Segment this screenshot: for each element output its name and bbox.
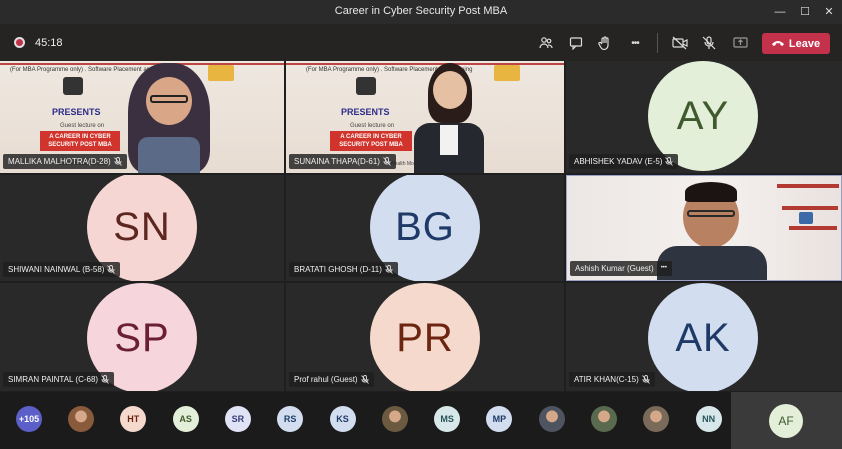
slide-presents: PRESENTS xyxy=(52,107,101,117)
participant-name: ABHISHEK YADAV (E-5) xyxy=(574,157,663,166)
participant-avatar[interactable]: KS xyxy=(329,406,356,432)
camera-off-icon xyxy=(672,36,688,50)
video-tile-shiwani[interactable]: SN SHIWANI NAINWAL (B-58) xyxy=(0,175,284,281)
mic-toggle-button[interactable] xyxy=(698,32,720,54)
video-tile-prof-rahul[interactable]: PR Prof rahul (Guest) xyxy=(286,283,564,391)
more-options-icon[interactable]: ••• xyxy=(661,261,667,276)
participant-name-tag: SUNAINA THAPA(D-61) xyxy=(289,154,396,169)
phone-hangup-icon xyxy=(771,40,784,46)
share-button[interactable] xyxy=(729,32,751,54)
raise-hand-button[interactable] xyxy=(594,32,616,54)
avatar: AK xyxy=(648,283,758,391)
event-logo-icon xyxy=(208,65,234,81)
participant-avatar[interactable]: NN xyxy=(695,406,722,432)
more-actions-button[interactable]: ••• xyxy=(624,32,646,54)
mic-muted-icon xyxy=(107,265,116,274)
participant-name-tag: MALLIKA MALHOTRA(D-28) xyxy=(3,154,127,169)
participant-name-tag: SHIWANI NAINWAL (B-58) xyxy=(3,262,121,277)
video-tile-mallika[interactable]: (For MBA Programme only) . Software Plac… xyxy=(0,61,284,173)
mic-off-icon xyxy=(702,36,716,50)
participant-photo-avatar[interactable] xyxy=(591,406,617,432)
avatar-initials: PR xyxy=(396,315,454,360)
video-tile-simran[interactable]: SP SIMRAN PAINTAL (C-68) xyxy=(0,283,284,391)
participant-name: ATIR KHAN(C-15) xyxy=(574,375,639,384)
people-icon xyxy=(539,37,553,49)
participant-avatar[interactable]: HT xyxy=(120,406,147,432)
participant-name: BRATATI GHOSH (D-11) xyxy=(294,265,382,274)
participant-avatar[interactable]: SR xyxy=(224,406,251,432)
camera-toggle-button[interactable] xyxy=(669,32,691,54)
participant-name-tag: ATIR KHAN(C-15) xyxy=(569,372,655,387)
participant-photo-avatar[interactable] xyxy=(68,406,94,432)
participant-name: MALLIKA MALHOTRA(D-28) xyxy=(8,157,111,166)
participant-photo-avatar[interactable] xyxy=(643,406,670,432)
title-bar: Career in Cyber Security Post MBA — ☐ ✕ xyxy=(0,0,842,24)
video-tile-abhishek[interactable]: AY ABHISHEK YADAV (E-5) xyxy=(566,61,842,173)
participant-photo-avatar[interactable] xyxy=(538,406,565,432)
minimize-button[interactable]: — xyxy=(770,4,790,20)
avatar-initials: AK xyxy=(675,315,731,360)
avatar: PR xyxy=(370,283,480,391)
video-tile-sunaina[interactable]: (For MBA Programme only) . Software Plac… xyxy=(286,61,564,173)
participant-name-tag: SIMRAN PAINTAL (C-68) xyxy=(3,372,115,387)
recording-icon xyxy=(14,37,25,48)
close-button[interactable]: ✕ xyxy=(819,4,839,20)
meeting-toolbar: 45:18 ••• Leave xyxy=(0,24,842,61)
slide-presents: PRESENTS xyxy=(341,107,390,117)
leave-button[interactable]: Leave xyxy=(762,33,830,54)
participant-avatar[interactable]: AS xyxy=(172,406,199,432)
self-preview[interactable]: AF xyxy=(731,392,842,449)
mic-muted-icon xyxy=(360,375,369,384)
slide-guest-lecture: Guest lecture on xyxy=(60,123,105,129)
share-screen-icon xyxy=(732,37,748,48)
participant-photo-avatar[interactable] xyxy=(381,406,408,432)
chat-icon xyxy=(569,37,583,50)
participant-avatar[interactable]: MS xyxy=(434,406,461,432)
participant-name: Prof rahul (Guest) xyxy=(294,375,358,384)
participant-name: Ashish Kumar (Guest) xyxy=(575,264,654,273)
mic-muted-icon xyxy=(665,157,674,166)
mic-muted-icon xyxy=(385,265,393,274)
slide-guest-lecture: Guest lecture on xyxy=(350,123,395,129)
mic-muted-icon xyxy=(641,375,650,384)
participant-video xyxy=(408,63,490,173)
participant-name-tag: Prof rahul (Guest) xyxy=(289,372,374,387)
camera-logo-icon xyxy=(63,77,83,95)
chat-button[interactable] xyxy=(565,32,587,54)
participant-name: SIMRAN PAINTAL (C-68) xyxy=(8,375,99,384)
participant-name-tag: BRATATI GHOSH (D-11) xyxy=(289,262,398,277)
event-logo-icon xyxy=(494,65,520,81)
participant-name: SUNAINA THAPA(D-61) xyxy=(294,157,380,166)
participant-name: SHIWANI NAINWAL (B-58) xyxy=(8,265,105,274)
video-tile-atir[interactable]: AK ATIR KHAN(C-15) xyxy=(566,283,842,391)
avatar-initials: AY xyxy=(676,93,730,138)
hand-icon xyxy=(598,36,609,50)
slide-career-title: A CAREER IN CYBER SECURITY POST MBA xyxy=(40,131,120,151)
toolbar-divider xyxy=(657,33,658,53)
avatar-initials: SP xyxy=(114,315,170,360)
camera-logo-icon xyxy=(356,77,376,95)
avatar-initials: BG xyxy=(395,204,455,249)
participant-strip: +105 HT AS SR RS KS MS MP NN xyxy=(0,392,842,449)
participant-avatar[interactable]: MP xyxy=(486,406,513,432)
self-avatar: AF xyxy=(769,404,803,438)
participant-name-tag: ABHISHEK YADAV (E-5) xyxy=(569,154,679,169)
avatar-initials: SN xyxy=(113,204,171,249)
participant-avatar[interactable]: RS xyxy=(277,406,304,432)
overflow-participants-button[interactable]: +105 xyxy=(16,406,42,432)
slide-career-title: A CAREER IN CYBER SECURITY POST MBA xyxy=(330,131,412,151)
maximize-button[interactable]: ☐ xyxy=(795,4,815,20)
meeting-title: Career in Cyber Security Post MBA xyxy=(334,5,508,17)
meeting-timer: 45:18 xyxy=(35,37,63,49)
leave-label: Leave xyxy=(788,37,821,50)
mic-muted-icon xyxy=(101,375,109,384)
participants-button[interactable] xyxy=(535,32,557,54)
video-tile-bratati[interactable]: BG BRATATI GHOSH (D-11) xyxy=(286,175,564,281)
participant-name-tag: Ashish Kumar (Guest) ••• xyxy=(570,261,673,276)
video-tile-ashish-active-speaker[interactable]: Ashish Kumar (Guest) ••• xyxy=(566,175,842,281)
participant-video xyxy=(128,63,210,173)
mic-muted-icon xyxy=(113,157,122,166)
mic-muted-icon xyxy=(383,157,391,166)
